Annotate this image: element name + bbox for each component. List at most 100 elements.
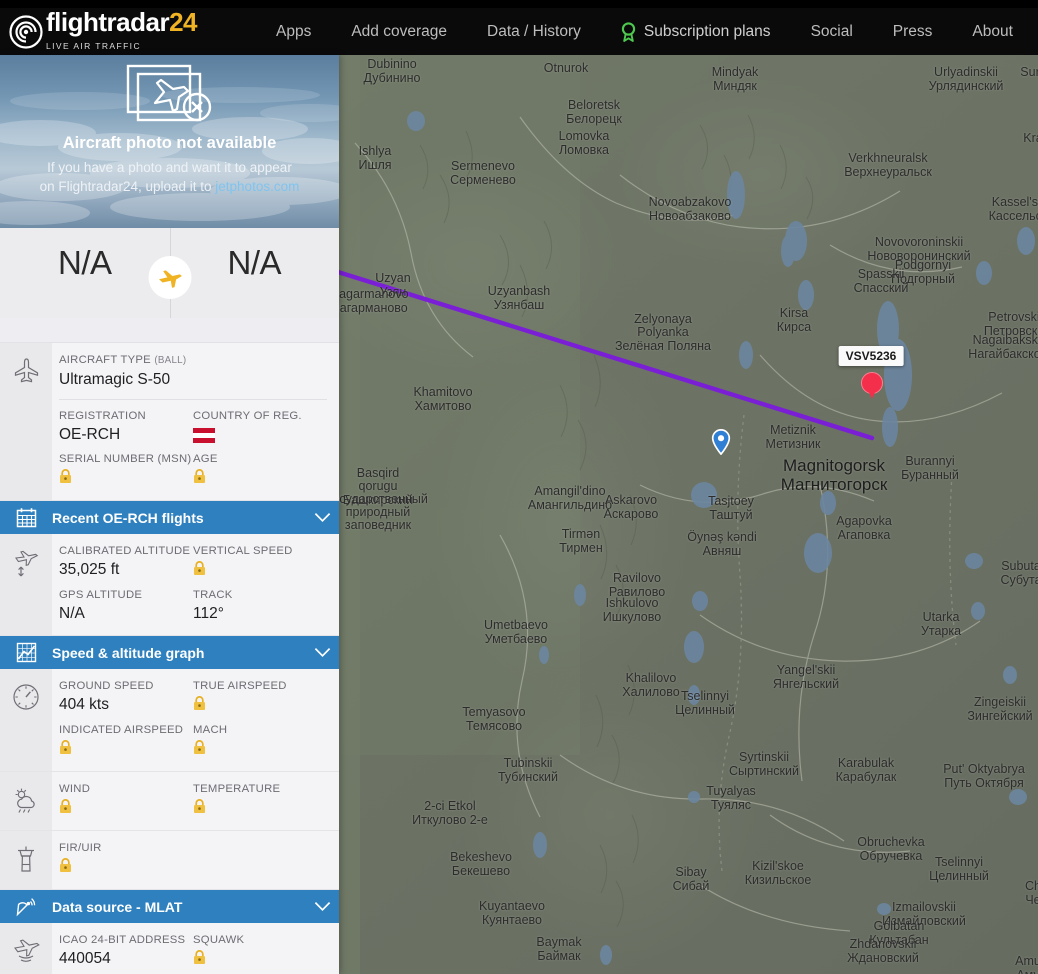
ground-speed-value: 404 kts: [59, 696, 109, 713]
calibrated-altitude-label: CALIBRATED ALTITUDE: [59, 545, 191, 557]
nav-item-subscription-plans[interactable]: Subscription plans: [621, 21, 771, 42]
lock-icon[interactable]: [193, 950, 206, 965]
aircraft-photo-banner: Aircraft photo not available If you have…: [0, 55, 339, 228]
main-navigation: Apps Add coverage Data / History Subscri…: [276, 21, 1038, 42]
temperature-cell: TEMPERATURE: [193, 782, 327, 819]
track-value: 112°: [193, 605, 224, 622]
calibrated-altitude-value: 35,025 ft: [59, 561, 120, 578]
aircraft-type-suffix: (BALL): [154, 355, 187, 366]
nav-item-social[interactable]: Social: [811, 23, 853, 41]
calendar-icon: [0, 507, 52, 528]
icao-address-value: 440054: [59, 950, 111, 967]
route-plane-icon: [148, 256, 191, 299]
vertical-speed-cell: VERTICAL SPEED: [193, 544, 327, 581]
nav-item-press[interactable]: Press: [893, 23, 933, 41]
lock-icon[interactable]: [59, 799, 72, 814]
section-data-source[interactable]: Data source - MLAT: [0, 890, 339, 923]
logo-main-text: flightradar: [46, 7, 170, 37]
weather-icon: [0, 772, 52, 830]
track-label: TRACK: [193, 589, 233, 601]
nav-label: Social: [810, 22, 853, 40]
registration-label: REGISTRATION: [59, 410, 146, 422]
fir-uir-row: FIR/UIR: [0, 831, 339, 890]
nav-label: Apps: [276, 22, 312, 40]
aircraft-type-value: Ultramagic S-50: [59, 371, 171, 388]
nav-item-apps[interactable]: Apps: [276, 23, 311, 41]
nav-item-about[interactable]: About: [972, 23, 1013, 41]
flight-detail-panel: Aircraft photo not available If you have…: [0, 55, 339, 974]
lock-icon[interactable]: [59, 469, 72, 484]
panel-spacer: [0, 318, 339, 343]
lock-icon[interactable]: [193, 696, 206, 711]
nav-label: Subscription plans: [643, 22, 771, 40]
logo-number: 24: [169, 7, 197, 37]
temperature-label: TEMPERATURE: [193, 783, 281, 795]
lock-icon[interactable]: [193, 469, 206, 484]
transponder-icon: [0, 923, 52, 974]
registration-cell: REGISTRATION OE-RCH: [59, 409, 193, 445]
lock-icon[interactable]: [193, 740, 206, 755]
vertical-speed-label: VERTICAL SPEED: [193, 545, 293, 557]
lock-icon[interactable]: [59, 740, 72, 755]
location-pin-icon[interactable]: [711, 429, 731, 455]
chevron-down-icon[interactable]: [305, 901, 339, 912]
calibrated-altitude-cell: CALIBRATED ALTITUDE 35,025 ft: [59, 544, 193, 581]
section-recent-flights[interactable]: Recent OE-RCH flights: [0, 501, 339, 534]
lock-icon[interactable]: [193, 799, 206, 814]
origin-airport[interactable]: N/A: [0, 228, 170, 318]
registration-value: OE-RCH: [59, 426, 121, 443]
no-photo-line2: on Flightradar24, upload it to: [39, 179, 216, 194]
indicated-airspeed-label: INDICATED AIRSPEED: [59, 724, 184, 736]
section-title: Speed & altitude graph: [52, 644, 205, 661]
lock-icon[interactable]: [193, 561, 206, 576]
nav-label: Press: [892, 22, 933, 40]
no-photo-title: Aircraft photo not available: [62, 134, 277, 152]
jetphotos-link[interactable]: jetphotos.com: [215, 179, 299, 194]
aircraft-callsign-label[interactable]: VSV5236: [838, 346, 904, 366]
ribbon-icon: [621, 21, 636, 42]
chevron-down-icon[interactable]: [305, 512, 339, 523]
satellite-dish-icon: [0, 896, 52, 917]
nav-item-data-history[interactable]: Data / History: [487, 23, 581, 41]
graph-icon: [0, 642, 52, 663]
country-cell: COUNTRY OF REG.: [193, 409, 327, 445]
nav-item-add-coverage[interactable]: Add coverage: [351, 23, 447, 41]
route-summary: N/A N/A: [0, 228, 339, 318]
country-label: COUNTRY OF REG.: [193, 410, 302, 422]
wind-cell: WIND: [59, 782, 193, 819]
gps-altitude-cell: GPS ALTITUDE N/A: [59, 588, 193, 624]
indicated-airspeed-cell: INDICATED AIRSPEED: [59, 723, 193, 760]
serial-label: SERIAL NUMBER (MSN): [59, 453, 192, 465]
true-airspeed-cell: TRUE AIRSPEED: [193, 679, 327, 716]
position-row: ICAO 24-BIT ADDRESS 440054 SQUAWK LATITU…: [0, 923, 339, 974]
fir-uir-cell: FIR/UIR: [59, 841, 327, 878]
mach-label: MACH: [193, 724, 228, 736]
wind-label: WIND: [59, 783, 91, 795]
section-title: Recent OE-RCH flights: [52, 509, 204, 526]
speed-row: GROUND SPEED 404 kts TRUE AIRSPEED INDIC…: [0, 669, 339, 772]
logo-tagline: LIVE AIR TRAFFIC: [46, 41, 141, 51]
radar-icon: [9, 14, 43, 49]
aircraft-icon: [0, 343, 52, 500]
flightradar24-logo[interactable]: flightradar24 LIVE AIR TRAFFIC: [9, 9, 197, 54]
section-speed-altitude-graph[interactable]: Speed & altitude graph: [0, 636, 339, 669]
aircraft-type-label: AIRCRAFT TYPE (BALL): [59, 353, 327, 368]
aircraft-type-label-text: AIRCRAFT TYPE: [59, 354, 151, 366]
icao-address-cell: ICAO 24-BIT ADDRESS 440054: [59, 933, 193, 970]
austria-flag-icon: [193, 428, 327, 443]
fir-uir-label: FIR/UIR: [59, 842, 102, 854]
squawk-cell: SQUAWK: [193, 933, 327, 970]
section-title: Data source - MLAT: [52, 898, 183, 915]
age-label: AGE: [193, 453, 218, 465]
site-header: flightradar24 LIVE AIR TRAFFIC Apps Add …: [0, 8, 1038, 55]
no-photo-icon: [122, 62, 218, 126]
destination-airport[interactable]: N/A: [170, 228, 340, 318]
lock-icon[interactable]: [59, 858, 72, 873]
serial-cell: SERIAL NUMBER (MSN): [59, 452, 193, 489]
chevron-down-icon[interactable]: [305, 647, 339, 658]
nav-label: About: [972, 22, 1013, 40]
age-cell: AGE: [193, 452, 327, 489]
aircraft-marker[interactable]: [861, 372, 883, 394]
nav-label: Data / History: [487, 22, 581, 40]
mach-cell: MACH: [193, 723, 327, 760]
